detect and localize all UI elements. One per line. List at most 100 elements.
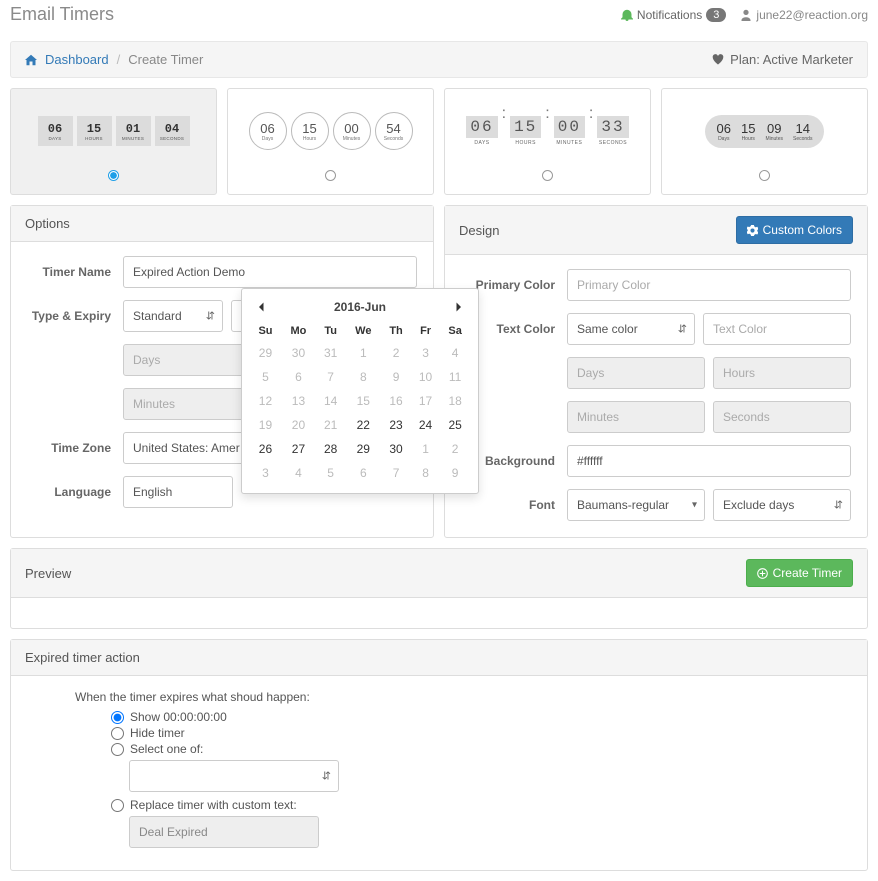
datepicker-day[interactable]: 19 xyxy=(250,413,281,437)
datepicker-day[interactable]: 25 xyxy=(440,413,470,437)
preview-panel: Preview Create Timer xyxy=(10,548,868,629)
expired-custom-text-input[interactable] xyxy=(129,816,319,848)
datepicker-day[interactable]: 30 xyxy=(381,437,411,461)
datepicker-day[interactable]: 5 xyxy=(250,365,281,389)
expired-opt-custom-text[interactable]: Replace timer with custom text: xyxy=(111,798,851,812)
user-menu[interactable]: june22@reaction.org xyxy=(740,8,868,22)
timer-name-input[interactable] xyxy=(123,256,417,288)
gear-icon xyxy=(747,225,758,236)
datepicker-day[interactable]: 18 xyxy=(440,389,470,413)
datepicker-day[interactable]: 7 xyxy=(316,365,345,389)
datepicker-day[interactable]: 4 xyxy=(281,461,316,485)
datepicker-day[interactable]: 14 xyxy=(316,389,345,413)
datepicker-day[interactable]: 11 xyxy=(440,365,470,389)
expired-select-one-dropdown[interactable] xyxy=(129,760,339,792)
datepicker-day[interactable]: 13 xyxy=(281,389,316,413)
datepicker-day[interactable]: 6 xyxy=(281,365,316,389)
datepicker-day[interactable]: 10 xyxy=(411,365,440,389)
expired-opt-select-one[interactable]: Select one of: xyxy=(111,742,851,756)
style-radio-4[interactable] xyxy=(759,170,770,181)
heart-icon xyxy=(712,54,724,66)
datepicker-next[interactable] xyxy=(448,299,468,315)
style-radio-3[interactable] xyxy=(542,170,553,181)
datepicker-day[interactable]: 26 xyxy=(250,437,281,461)
datepicker-dow: Tu xyxy=(316,321,345,341)
language-label: Language xyxy=(27,485,123,499)
datepicker-day[interactable]: 17 xyxy=(411,389,440,413)
datepicker-day[interactable]: 5 xyxy=(316,461,345,485)
datepicker-day[interactable]: 3 xyxy=(250,461,281,485)
timer-name-label: Timer Name xyxy=(27,265,123,279)
primary-color-input[interactable] xyxy=(567,269,851,301)
font-select[interactable] xyxy=(567,489,705,521)
datepicker-day[interactable]: 2 xyxy=(440,437,470,461)
design-minutes-input xyxy=(567,401,705,433)
datepicker-day[interactable]: 9 xyxy=(381,365,411,389)
expired-opt-show-zero[interactable]: Show 00:00:00:00 xyxy=(111,710,851,724)
notifications-link[interactable]: Notifications 3 xyxy=(621,8,727,22)
breadcrumb-dashboard[interactable]: Dashboard xyxy=(45,52,109,67)
datepicker-day[interactable]: 12 xyxy=(250,389,281,413)
datepicker-day[interactable]: 15 xyxy=(345,389,381,413)
datepicker-day[interactable]: 29 xyxy=(345,437,381,461)
expired-intro: When the timer expires what shoud happen… xyxy=(75,690,851,704)
design-days-input xyxy=(567,357,705,389)
datepicker-day[interactable]: 1 xyxy=(411,437,440,461)
datepicker-day[interactable]: 3 xyxy=(411,341,440,365)
datepicker-day[interactable]: 7 xyxy=(381,461,411,485)
datepicker-day[interactable]: 27 xyxy=(281,437,316,461)
datepicker-dow: Fr xyxy=(411,321,440,341)
design-seconds-input xyxy=(713,401,851,433)
custom-colors-button[interactable]: Custom Colors xyxy=(736,216,853,244)
style-option-3[interactable]: 06DAYS: 15HOURS: 00MINUTES: 33SECONDS xyxy=(444,88,651,195)
background-input[interactable] xyxy=(567,445,851,477)
datepicker-day[interactable]: 6 xyxy=(345,461,381,485)
exclude-days-select[interactable] xyxy=(713,489,851,521)
user-email: june22@reaction.org xyxy=(756,8,868,22)
datepicker-day[interactable]: 1 xyxy=(345,341,381,365)
options-heading: Options xyxy=(25,216,70,231)
datepicker-day[interactable]: 29 xyxy=(250,341,281,365)
style-option-4[interactable]: 06Days 15Hours 09Minutes 14Seconds xyxy=(661,88,868,195)
datepicker-day[interactable]: 22 xyxy=(345,413,381,437)
notifications-label: Notifications xyxy=(637,8,702,22)
expired-action-panel: Expired timer action When the timer expi… xyxy=(10,639,868,871)
datepicker-day[interactable]: 23 xyxy=(381,413,411,437)
datepicker-day[interactable]: 21 xyxy=(316,413,345,437)
page-title: Email Timers xyxy=(10,4,621,25)
datepicker-day[interactable]: 20 xyxy=(281,413,316,437)
style-radio-1[interactable] xyxy=(108,170,119,181)
home-icon xyxy=(25,54,37,66)
text-color-input[interactable] xyxy=(703,313,851,345)
notifications-count-badge: 3 xyxy=(706,8,726,22)
text-color-mode-select[interactable] xyxy=(567,313,695,345)
breadcrumb-sep: / xyxy=(117,52,121,67)
datepicker-day[interactable]: 16 xyxy=(381,389,411,413)
datepicker-dow: Mo xyxy=(281,321,316,341)
datepicker-dow: Su xyxy=(250,321,281,341)
datepicker-title: 2016-Jun xyxy=(334,300,386,314)
expired-opt-hide[interactable]: Hide timer xyxy=(111,726,851,740)
design-hours-input xyxy=(713,357,851,389)
style-option-1[interactable]: 06DAYS 15HOURS 01MINUTES 04SECONDS xyxy=(10,88,217,195)
datepicker-day[interactable]: 30 xyxy=(281,341,316,365)
style-option-2[interactable]: 06Days 15Hours 00Minutes 54Seconds xyxy=(227,88,434,195)
datepicker-dow: We xyxy=(345,321,381,341)
datepicker-day[interactable]: 8 xyxy=(345,365,381,389)
datepicker-day[interactable]: 2 xyxy=(381,341,411,365)
datepicker-day[interactable]: 9 xyxy=(440,461,470,485)
datepicker-day[interactable]: 31 xyxy=(316,341,345,365)
datepicker-day[interactable]: 4 xyxy=(440,341,470,365)
datepicker-day[interactable]: 28 xyxy=(316,437,345,461)
language-select[interactable] xyxy=(123,476,233,508)
datepicker-day[interactable]: 8 xyxy=(411,461,440,485)
bell-icon xyxy=(621,9,633,21)
create-timer-button[interactable]: Create Timer xyxy=(746,559,853,587)
style-radio-2[interactable] xyxy=(325,170,336,181)
design-panel: Design Custom Colors Primary Color Text … xyxy=(444,205,868,538)
datepicker: 2016-Jun SuMoTuWeThFrSa 2930311234567891… xyxy=(241,288,479,494)
design-heading: Design xyxy=(459,223,499,238)
datepicker-prev[interactable] xyxy=(252,299,272,315)
type-select[interactable] xyxy=(123,300,223,332)
datepicker-day[interactable]: 24 xyxy=(411,413,440,437)
